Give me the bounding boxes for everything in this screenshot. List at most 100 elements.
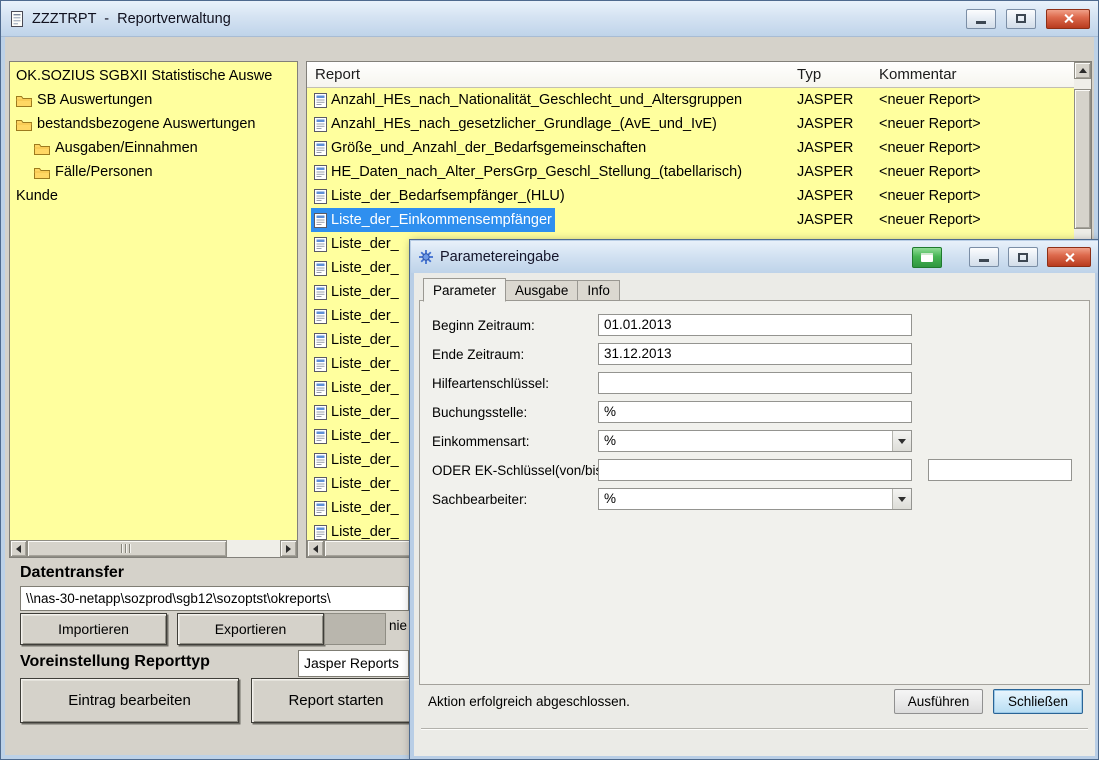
typ-cell: JASPER [797, 88, 853, 112]
scrollbar-thumb[interactable] [1074, 89, 1091, 229]
kommentar-cell: <neuer Report> [879, 208, 981, 232]
report-name: Liste_der_ [331, 500, 399, 516]
folder-icon [16, 118, 32, 131]
tree-item[interactable]: SB Auswertungen [12, 88, 295, 112]
typ-cell: JASPER [797, 112, 853, 136]
scroll-left-button[interactable] [307, 540, 324, 557]
field-label: ODER EK-Schlüssel(von/bis): [432, 463, 611, 478]
scrollbar-thumb[interactable] [27, 540, 227, 557]
dialog-minimize-button[interactable] [969, 247, 999, 267]
field-value: % [604, 404, 616, 419]
table-row[interactable]: Größe_und_Anzahl_der_Bedarfsgemeinschaft… [307, 136, 1074, 160]
scroll-right-button[interactable] [280, 540, 297, 557]
reporttype-value: Jasper Reports [304, 655, 399, 671]
export-button[interactable]: Exportieren [177, 613, 324, 645]
dialog-close-button[interactable] [1047, 247, 1091, 267]
text-field[interactable] [598, 372, 912, 394]
tree-item[interactable]: OK.SOZIUS SGBXII Statistische Auswe [12, 64, 295, 88]
print-button[interactable] [912, 247, 942, 268]
close-icon [1064, 252, 1075, 263]
report-name: Liste_der_ [331, 380, 399, 396]
close-icon [1063, 13, 1074, 24]
dropdown-field[interactable]: % [598, 488, 912, 510]
report-cell: Liste_der_ [311, 400, 402, 424]
field-label: Sachbearbeiter: [432, 492, 527, 507]
close-button[interactable] [1046, 9, 1090, 29]
main-titlebar[interactable]: ZZZTRPT - Reportverwaltung [1, 1, 1098, 37]
text-field-secondary[interactable] [928, 459, 1072, 481]
edit-entry-button[interactable]: Eintrag bearbeiten [20, 678, 239, 723]
ausfuehren-button[interactable]: Ausführen [894, 689, 983, 714]
report-cell: Liste_der_ [311, 472, 402, 496]
tab-parameter[interactable]: Parameter [423, 278, 506, 302]
minimize-icon [979, 259, 989, 262]
tree-item[interactable]: Ausgaben/Einnahmen [12, 136, 295, 160]
form-field-row: Beginn Zeitraum:01.01.2013 [420, 314, 1089, 343]
report-name: Liste_der_Bedarfsempfänger_(HLU) [331, 188, 565, 204]
table-row[interactable]: Anzahl_HEs_nach_Nationalität_Geschlecht_… [307, 88, 1074, 112]
chevron-down-icon [892, 489, 911, 509]
schliessen-button[interactable]: Schließen [993, 689, 1083, 714]
import-button[interactable]: Importieren [20, 613, 167, 645]
report-icon [314, 285, 327, 300]
text-field[interactable]: 31.12.2013 [598, 343, 912, 365]
folder-icon [34, 142, 50, 155]
kommentar-cell: <neuer Report> [879, 136, 981, 160]
dropdown-field[interactable]: % [598, 430, 912, 452]
obscured-option-label: nie [389, 618, 407, 633]
dialog-maximize-button[interactable] [1008, 247, 1038, 267]
report-cell: Liste_der_ [311, 520, 402, 540]
table-row[interactable]: Anzahl_HEs_nach_gesetzlicher_Grundlage_(… [307, 112, 1074, 136]
scroll-left-button[interactable] [10, 540, 27, 557]
typ-cell: JASPER [797, 136, 853, 160]
report-icon [314, 165, 327, 180]
scrollbar-track[interactable] [27, 540, 280, 557]
dialog-titlebar[interactable]: Parametereingabe [411, 241, 1098, 273]
report-name: Liste_der_ [331, 236, 399, 252]
column-header-typ[interactable]: Typ [797, 62, 821, 88]
table-row[interactable]: Liste_der_Bedarfsempfänger_(HLU)JASPER<n… [307, 184, 1074, 208]
dialog-tabs: ParameterAusgabeInfo [423, 278, 620, 301]
text-field[interactable] [598, 459, 912, 481]
report-cell: Liste_der_ [311, 352, 402, 376]
report-icon [314, 333, 327, 348]
transfer-path-field[interactable]: \\nas-30-netapp\sozprod\sgb12\sozoptst\o… [20, 586, 409, 611]
report-name: Liste_der_ [331, 428, 399, 444]
table-row[interactable]: Liste_der_EinkommensempfängerJASPER<neue… [307, 208, 1074, 232]
field-label: Ende Zeitraum: [432, 347, 524, 362]
kommentar-cell: <neuer Report> [879, 112, 981, 136]
minimize-button[interactable] [966, 9, 996, 29]
report-name: Liste_der_ [331, 452, 399, 468]
arrow-left-icon [313, 545, 318, 553]
category-tree-panel: OK.SOZIUS SGBXII Statistische AusweSB Au… [9, 61, 298, 558]
text-field[interactable]: 01.01.2013 [598, 314, 912, 336]
report-name: Liste_der_ [331, 524, 399, 540]
tab-ausgabe[interactable]: Ausgabe [505, 280, 578, 301]
report-icon [314, 453, 327, 468]
tree-item[interactable]: Fälle/Personen [12, 160, 295, 184]
reporttype-field[interactable]: Jasper Reports [298, 650, 409, 677]
report-cell: Liste_der_ [311, 376, 402, 400]
start-report-button[interactable]: Report starten [251, 678, 421, 723]
report-icon [314, 357, 327, 372]
scroll-up-button[interactable] [1074, 62, 1091, 79]
column-header-kommentar[interactable]: Kommentar [879, 62, 957, 88]
form-field-row: Einkommensart:% [420, 430, 1089, 459]
text-field[interactable]: % [598, 401, 912, 423]
column-header-report[interactable]: Report [315, 62, 360, 88]
report-icon [314, 237, 327, 252]
field-value: 01.01.2013 [604, 317, 672, 332]
report-icon [314, 189, 327, 204]
report-cell: Größe_und_Anzahl_der_Bedarfsgemeinschaft… [311, 136, 649, 160]
report-icon [314, 381, 327, 396]
report-name: HE_Daten_nach_Alter_PersGrp_Geschl_Stell… [331, 164, 742, 180]
report-icon [314, 525, 327, 540]
kommentar-cell: <neuer Report> [879, 184, 981, 208]
tab-info[interactable]: Info [577, 280, 620, 301]
maximize-button[interactable] [1006, 9, 1036, 29]
report-cell: Liste_der_Einkommensempfänger [311, 208, 555, 232]
tree-item[interactable]: Kunde [12, 184, 295, 208]
tree-item[interactable]: bestandsbezogene Auswertungen [12, 112, 295, 136]
tree-horizontal-scrollbar[interactable] [10, 540, 297, 557]
table-row[interactable]: HE_Daten_nach_Alter_PersGrp_Geschl_Stell… [307, 160, 1074, 184]
